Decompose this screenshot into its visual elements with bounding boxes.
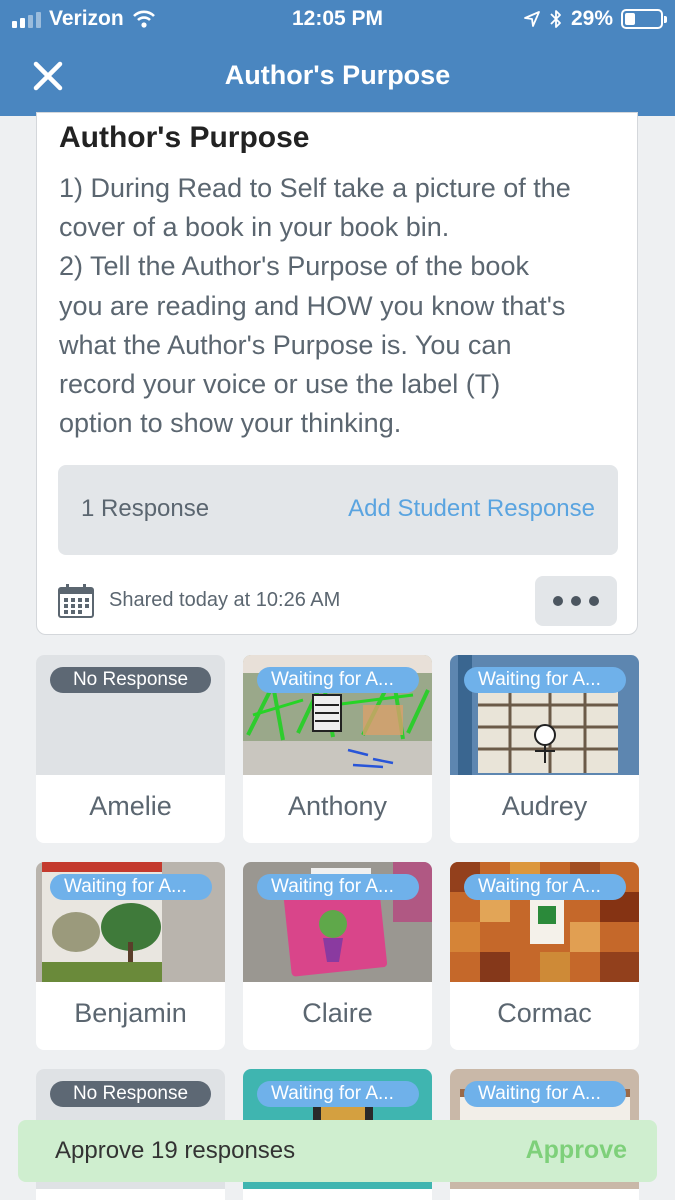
response-count[interactable]: 1 Response [81, 495, 209, 523]
status-badge: Waiting for A... [257, 874, 419, 900]
shared-date: Shared today at 10:26 AM [109, 589, 341, 611]
status-badge: Waiting for A... [464, 1081, 626, 1107]
approve-count-text: Approve 19 responses [55, 1137, 296, 1164]
calendar-icon [58, 584, 94, 618]
approve-bar: Approve 19 responses Approve [18, 1120, 657, 1182]
activity-card: Author's Purpose 1) During Read to Self … [36, 112, 638, 635]
more-icon-dot [571, 596, 581, 606]
status-badge: Waiting for A... [257, 1081, 419, 1107]
student-tile[interactable]: No Response Amelie [36, 655, 225, 843]
more-icon-dot [589, 596, 599, 606]
approve-button[interactable]: Approve [526, 1136, 627, 1165]
activity-instructions: 1) During Read to Self take a picture of… [59, 173, 571, 439]
activity-title: Author's Purpose [59, 121, 310, 154]
student-name: Cormac [497, 998, 592, 1028]
nav-bar: Author's Purpose [0, 38, 675, 116]
location-icon [524, 11, 540, 27]
student-name: Audrey [501, 791, 588, 821]
student-tile[interactable]: Waiting for A... Cormac [450, 862, 639, 1050]
response-summary: 1 Response Add Student Response [58, 465, 618, 555]
battery-label: 29% [570, 7, 613, 30]
status-badge: No Response [50, 667, 211, 693]
status-badge: Waiting for A... [464, 667, 626, 693]
add-student-response-button[interactable]: Add Student Response [348, 495, 595, 523]
student-name: Benjamin [74, 998, 187, 1028]
student-tile[interactable]: Waiting for A... Anthony [243, 655, 432, 843]
more-icon-dot [553, 596, 563, 606]
status-right: 29% [523, 7, 667, 31]
student-name: Amelie [89, 791, 172, 821]
more-button[interactable] [535, 576, 617, 626]
student-tile[interactable]: Waiting for A... Claire [243, 862, 432, 1050]
student-name: Anthony [287, 791, 388, 821]
status-badge: Waiting for A... [464, 874, 626, 900]
status-bar: Verizon 12:05 PM 29% [0, 0, 675, 38]
bluetooth-icon [550, 10, 561, 28]
nav-title: Author's Purpose [224, 60, 451, 90]
student-tile[interactable]: Waiting for A... Benjamin [36, 862, 225, 1050]
status-badge: Waiting for A... [257, 667, 419, 693]
student-name: Claire [302, 998, 373, 1028]
status-badge: No Response [50, 1081, 211, 1107]
battery-icon [621, 9, 667, 29]
student-tile[interactable]: Waiting for A... Audrey [450, 655, 639, 843]
status-badge: Waiting for A... [50, 874, 212, 900]
